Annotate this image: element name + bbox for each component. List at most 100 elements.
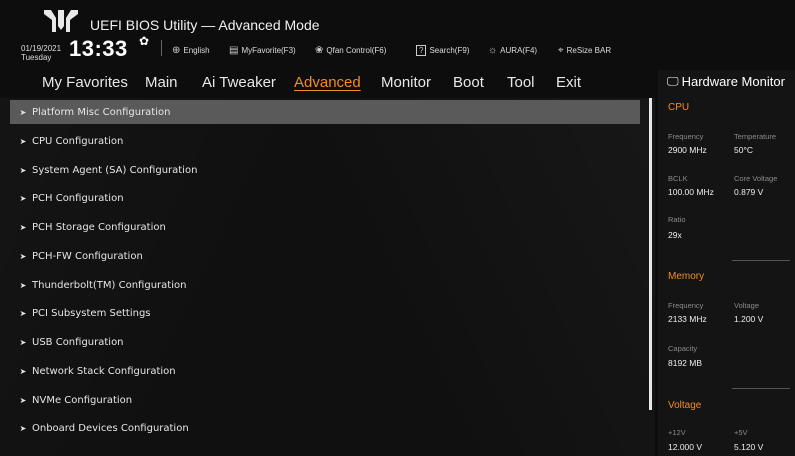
chevron-right-icon: ➤ <box>19 308 27 318</box>
day-text: Tuesday <box>21 53 52 62</box>
menu-item-label: Onboard Devices Configuration <box>32 422 189 434</box>
menu-item-label: USB Configuration <box>32 336 124 348</box>
tab-exit[interactable]: Exit <box>556 74 581 91</box>
chevron-right-icon: ➤ <box>19 251 27 261</box>
menu-item-thunderbolt[interactable]: ➤ Thunderbolt(TM) Configuration <box>10 273 640 297</box>
bclk-label: BCLK <box>668 174 688 183</box>
menu-item-label: NVMe Configuration <box>32 394 133 406</box>
menu-item-label: Platform Misc Configuration <box>32 106 171 118</box>
menu-item-network-stack[interactable]: ➤ Network Stack Configuration <box>10 359 640 383</box>
chevron-right-icon: ➤ <box>19 337 27 347</box>
menu-item-pci-subsystem[interactable]: ➤ PCI Subsystem Settings <box>10 301 640 325</box>
capacity-label: Capacity <box>668 344 698 353</box>
hardware-monitor-panel: 🖵 Hardware Monitor CPU Frequency 2900 MH… <box>658 70 795 456</box>
tab-advanced[interactable]: Advanced <box>294 74 361 91</box>
tab-monitor[interactable]: Monitor <box>381 74 431 91</box>
chevron-right-icon: ➤ <box>19 395 27 405</box>
chevron-right-icon: ➤ <box>19 193 27 203</box>
v5-label: +5V <box>734 428 748 437</box>
voltage-section-heading: Voltage <box>668 400 702 411</box>
date-display[interactable]: 01/19/2021 Tuesday <box>21 44 61 62</box>
help-icon: ? <box>416 45 427 56</box>
aura-icon: ☼ <box>488 45 498 56</box>
bclk-value: 100.00 MHz <box>668 187 714 197</box>
menu-item-label: PCH Configuration <box>32 192 124 204</box>
menu-scrollbar[interactable] <box>649 98 652 410</box>
time-display[interactable]: 13:33 <box>69 36 128 62</box>
chevron-right-icon: ➤ <box>19 165 27 175</box>
aura-label: AURA(F4) <box>500 46 538 55</box>
ratio-value: 29x <box>668 230 682 240</box>
menu-item-nvme[interactable]: ➤ NVMe Configuration <box>10 388 640 412</box>
cpu-temperature-value: 50°C <box>734 145 753 155</box>
ratio-label: Ratio <box>668 215 686 224</box>
cpu-temperature-label: Temperature <box>734 132 777 141</box>
tuf-logo-icon <box>44 10 78 32</box>
menu-item-label: PCH-FW Configuration <box>32 250 143 262</box>
cpu-section-heading: CPU <box>668 102 690 113</box>
favorites-icon: ▤ <box>229 45 239 56</box>
menu-item-pch-fw[interactable]: ➤ PCH-FW Configuration <box>10 244 640 268</box>
monitor-icon: 🖵 <box>667 74 679 88</box>
gear-icon[interactable]: ✿ <box>139 34 149 48</box>
cpu-divider <box>732 260 790 261</box>
memory-voltage-value: 1.200 V <box>734 314 764 324</box>
menu-item-label: Network Stack Configuration <box>32 365 176 377</box>
resize-bar-button[interactable]: ⌖ ReSize BAR <box>558 45 611 56</box>
search-button[interactable]: ? Search(F9) <box>416 45 469 56</box>
resize-bar-icon: ⌖ <box>558 45 564 56</box>
menu-item-label: PCI Subsystem Settings <box>32 307 151 319</box>
capacity-value: 8192 MB <box>668 358 703 368</box>
menu-item-label: System Agent (SA) Configuration <box>32 164 198 176</box>
menu-item-cpu[interactable]: ➤ CPU Configuration <box>10 129 640 153</box>
app-title: UEFI BIOS Utility — Advanced Mode <box>90 17 320 33</box>
main-nav: My Favorites Main Ai Tweaker Advanced Mo… <box>0 70 655 98</box>
menu-item-label: CPU Configuration <box>32 135 124 147</box>
language-label: English <box>183 46 210 55</box>
memory-section-heading: Memory <box>668 271 705 282</box>
cpu-frequency-value: 2900 MHz <box>668 145 707 155</box>
fan-icon: ❀ <box>315 45 324 56</box>
memory-frequency-label: Frequency <box>668 301 704 310</box>
menu-item-platform-misc[interactable]: ➤ Platform Misc Configuration <box>10 100 640 124</box>
myfavorite-label: MyFavorite(F3) <box>241 46 296 55</box>
chevron-right-icon: ➤ <box>19 136 27 146</box>
core-voltage-value: 0.879 V <box>734 187 764 197</box>
header: UEFI BIOS Utility — Advanced Mode 01/19/… <box>0 0 795 68</box>
chevron-right-icon: ➤ <box>19 423 27 433</box>
resize-bar-label: ReSize BAR <box>566 46 612 55</box>
header-divider <box>161 40 162 56</box>
qfan-control-label: Qfan Control(F6) <box>326 46 387 55</box>
menu-item-pch-storage[interactable]: ➤ PCH Storage Configuration <box>10 215 640 239</box>
core-voltage-label: Core Voltage <box>734 174 778 183</box>
advanced-menu-panel: ➤ Platform Misc Configuration ➤ CPU Conf… <box>0 98 655 456</box>
tab-main[interactable]: Main <box>145 74 178 91</box>
memory-frequency-value: 2133 MHz <box>668 314 707 324</box>
search-label: Search(F9) <box>429 46 470 55</box>
menu-item-pch[interactable]: ➤ PCH Configuration <box>10 186 640 210</box>
memory-voltage-label: Voltage <box>734 301 760 310</box>
aura-button[interactable]: ☼ AURA(F4) <box>488 45 537 56</box>
language-button[interactable]: ⊕ English <box>172 45 210 56</box>
menu-item-system-agent[interactable]: ➤ System Agent (SA) Configuration <box>10 158 640 182</box>
chevron-right-icon: ➤ <box>19 107 27 117</box>
tab-ai-tweaker[interactable]: Ai Tweaker <box>202 74 276 91</box>
v12-value: 12.000 V <box>668 442 703 452</box>
date-text: 01/19/2021 <box>21 44 62 53</box>
menu-item-onboard-devices[interactable]: ➤ Onboard Devices Configuration <box>10 416 640 440</box>
hardware-monitor-label: Hardware Monitor <box>681 74 785 89</box>
menu-item-label: Thunderbolt(TM) Configuration <box>32 279 187 291</box>
tab-boot[interactable]: Boot <box>453 74 484 91</box>
v5-value: 5.120 V <box>734 442 764 452</box>
memory-divider <box>732 388 790 389</box>
tab-my-favorites[interactable]: My Favorites <box>42 74 128 91</box>
cpu-frequency-label: Frequency <box>668 132 704 141</box>
menu-item-label: PCH Storage Configuration <box>32 221 166 233</box>
menu-item-usb[interactable]: ➤ USB Configuration <box>10 330 640 354</box>
qfan-control-button[interactable]: ❀ Qfan Control(F6) <box>315 45 386 56</box>
tab-tool[interactable]: Tool <box>507 74 535 91</box>
myfavorite-button[interactable]: ▤ MyFavorite(F3) <box>229 45 296 56</box>
globe-icon: ⊕ <box>172 45 181 56</box>
chevron-right-icon: ➤ <box>19 222 27 232</box>
v12-label: +12V <box>668 428 686 437</box>
